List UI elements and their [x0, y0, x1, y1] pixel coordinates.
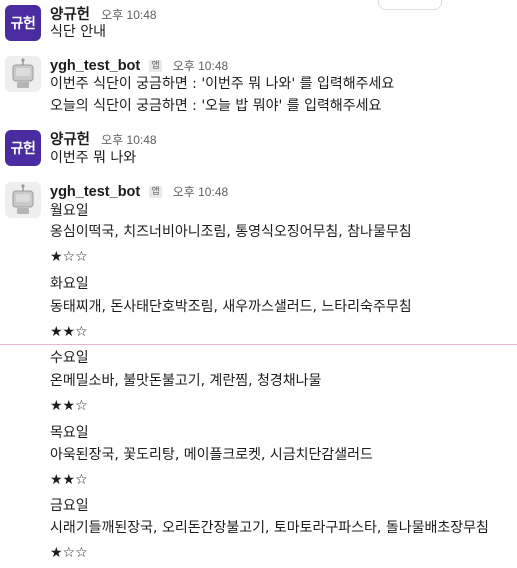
day-label-wednesday: 수요일: [50, 350, 89, 366]
menu-friday: 시래기들깨된장국, 오리돈간장불고기, 토마토라구파스타, 돌나물배초장무침: [50, 520, 489, 536]
day-label-thursday: 목요일: [50, 425, 89, 441]
sender-name[interactable]: 양규헌: [50, 7, 90, 23]
timestamp[interactable]: 오후 10:48: [101, 133, 156, 147]
new-messages-divider: [0, 344, 517, 345]
message-header: 양규헌 오후 10:48: [50, 3, 157, 23]
message-text: 이번주 뭐 나와: [50, 150, 137, 166]
menu-thursday: 아욱된장국, 꽃도리탕, 메이플크로켓, 시금치단감샐러드: [50, 447, 373, 463]
app-badge: 앱: [149, 186, 162, 198]
avatar[interactable]: 규헌: [5, 130, 41, 166]
day-label-friday: 금요일: [50, 498, 89, 514]
rating-wednesday: ★★☆: [50, 398, 88, 414]
rating-thursday: ★★☆: [50, 472, 88, 488]
avatar[interactable]: 규헌: [5, 5, 41, 41]
message-text: 이번주 식단이 궁금하면 : '이번주 뭐 나와' 를 입력해주세요: [50, 76, 395, 92]
message-actions-toolbar[interactable]: [378, 0, 442, 10]
robot-icon[interactable]: [5, 56, 41, 92]
sender-name[interactable]: ygh_test_bot: [50, 58, 140, 74]
menu-tuesday: 동태찌개, 돈사태단호박조림, 새우까스샐러드, 느타리숙주무침: [50, 299, 412, 315]
day-label-tuesday: 화요일: [50, 276, 89, 292]
timestamp[interactable]: 오후 10:48: [173, 59, 228, 73]
message-header: ygh_test_bot 앱 오후 10:48: [50, 55, 228, 74]
rating-monday: ★☆☆: [50, 249, 88, 265]
menu-monday: 옹심이떡국, 치즈너비아니조림, 통영식오징어무침, 참나물무침: [50, 224, 412, 240]
timestamp[interactable]: 오후 10:48: [101, 8, 156, 22]
sender-name[interactable]: 양규헌: [50, 132, 90, 148]
sender-name[interactable]: ygh_test_bot: [50, 184, 140, 200]
message-text: 식단 안내: [50, 24, 106, 40]
timestamp[interactable]: 오후 10:48: [173, 185, 228, 199]
rating-tuesday: ★★☆: [50, 324, 88, 340]
app-badge: 앱: [149, 60, 162, 72]
message-text: 오늘의 식단이 궁금하면 : '오늘 밥 뭐야' 를 입력해주세요: [50, 98, 382, 114]
day-label-monday: 월요일: [50, 203, 89, 219]
menu-wednesday: 온메밀소바, 불맛돈불고기, 계란찜, 청경채나물: [50, 373, 322, 389]
message-header: ygh_test_bot 앱 오후 10:48: [50, 181, 228, 200]
rating-friday: ★☆☆: [50, 545, 88, 561]
message-header: 양규헌 오후 10:48: [50, 128, 157, 148]
robot-icon[interactable]: [5, 182, 41, 218]
